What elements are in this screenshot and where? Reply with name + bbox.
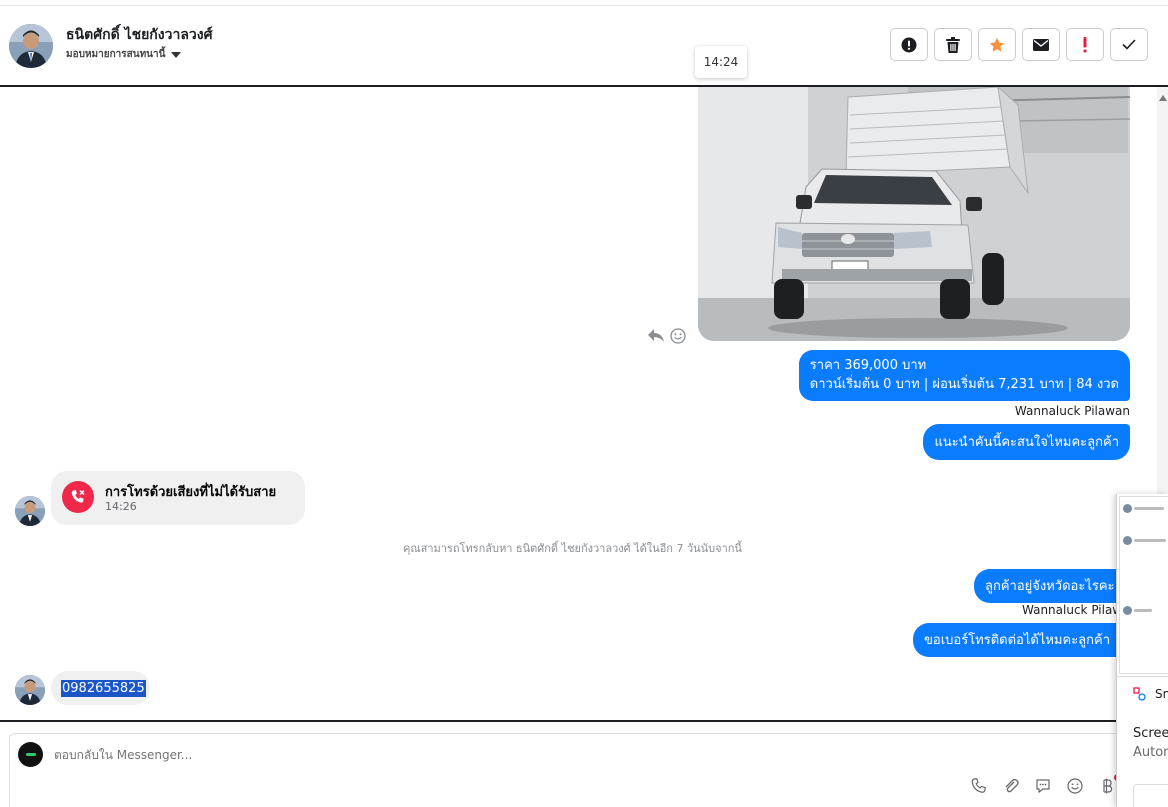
thumb-message-row <box>1123 603 1152 617</box>
conversation-toolbar <box>890 28 1148 61</box>
missed-call-icon <box>62 481 94 513</box>
assign-label: มอบหมายการสนทนานี้ <box>66 49 166 60</box>
snip-tool-icon <box>1133 687 1146 701</box>
snip-action-box[interactable] <box>1133 784 1168 807</box>
price-line-1: ราคา 369,000 บาท <box>809 358 927 373</box>
snip-app-label: Sn <box>1133 687 1168 701</box>
phone-icon[interactable] <box>970 777 988 795</box>
conversation-header: ธนิตศักดิ์ ไชยกังวาลวงศ์ มอบหมายการสนทนา… <box>0 6 1168 86</box>
reply-composer <box>9 733 1129 807</box>
star-icon <box>989 37 1005 52</box>
contact-avatar-small <box>15 496 45 526</box>
province-question-message[interactable]: ลูกค้าอยู่จังหวัดอะไรคะ <box>974 569 1126 603</box>
delete-button[interactable] <box>934 28 972 61</box>
snip-tool-notification[interactable]: Sn Screen Autom <box>1116 494 1168 807</box>
composer-tools <box>970 777 1116 795</box>
comment-icon[interactable] <box>1034 777 1052 795</box>
screenshot-thumbnail[interactable] <box>1119 496 1168 674</box>
timestamp-tooltip: 14:24 <box>695 46 747 78</box>
panel-divider <box>1117 676 1168 677</box>
contact-name[interactable]: ธนิตศักดิ์ ไชยกังวาลวงศ์ <box>66 24 212 46</box>
message-actions <box>648 328 686 344</box>
sender-name-truncated: Wannaluck Pilawa <box>1022 603 1130 617</box>
callback-note: คุณสามารถโทรกลับหา ธนิตศักดิ์ ไชยกังวาลว… <box>403 542 742 555</box>
thumb-message-row <box>1123 533 1166 547</box>
important-icon <box>1083 36 1087 52</box>
check-icon <box>1122 39 1136 50</box>
caret-down-icon <box>171 51 182 58</box>
price-message[interactable]: ราคา 369,000 บาท ดาวน์เริ่มต้น 0 บาท | ผ… <box>798 350 1130 401</box>
snip-subtitle: Autom <box>1133 745 1168 760</box>
report-icon <box>901 37 917 52</box>
star-button[interactable] <box>978 28 1016 61</box>
phone-number-selected[interactable]: 0982655825 <box>61 679 146 697</box>
missed-call-card[interactable]: การโทรด้วยเสียงที่ไม่ได้รับสาย 14:26 <box>51 471 305 525</box>
emoji-icon[interactable] <box>1066 777 1084 795</box>
recommend-message[interactable]: แนะนำคันนี้คะสนใจไหมคะลูกค้า <box>923 424 1130 460</box>
phone-number-message[interactable]: 0982655825 <box>51 671 150 705</box>
sender-name: Wannaluck Pilawan <box>1014 404 1130 418</box>
missed-call-time: 14:26 <box>105 500 137 513</box>
contact-avatar-small <box>15 675 45 705</box>
thumb-header-row <box>1123 501 1164 515</box>
contact-avatar[interactable] <box>9 24 53 68</box>
mark-unread-button[interactable] <box>1022 28 1060 61</box>
price-line-2: ดาวน์เริ่มต้น 0 บาท | ผ่อนเริ่มต้น 7,231… <box>809 377 1119 392</box>
page-avatar <box>18 742 43 767</box>
snip-title: Screen <box>1133 726 1168 741</box>
reply-input[interactable] <box>54 748 854 762</box>
paperclip-icon[interactable] <box>1002 777 1020 795</box>
missed-call-title: การโทรด้วยเสียงที่ไม่ได้รับสาย <box>105 485 277 500</box>
mark-important-button[interactable] <box>1066 28 1104 61</box>
snip-app-name: Sn <box>1155 687 1168 701</box>
baht-icon[interactable] <box>1098 777 1116 795</box>
scroll-up-arrow-icon[interactable] <box>1159 95 1167 101</box>
mark-done-button[interactable] <box>1110 28 1148 61</box>
trash-icon <box>946 36 960 53</box>
message-thread[interactable]: ราคา 369,000 บาท ดาวน์เริ่มต้น 0 บาท | ผ… <box>0 85 1168 722</box>
assign-conversation-dropdown[interactable]: มอบหมายการสนทนานี้ <box>66 47 182 62</box>
report-button[interactable] <box>890 28 928 61</box>
mail-icon <box>1033 38 1049 51</box>
truck-photo[interactable] <box>698 87 1130 341</box>
reply-icon[interactable] <box>648 329 664 343</box>
emoji-react-icon[interactable] <box>670 328 686 344</box>
phone-request-message[interactable]: ขอเบอร์โทรติดต่อได้ไหมคะลูกค้า <box>913 623 1122 657</box>
